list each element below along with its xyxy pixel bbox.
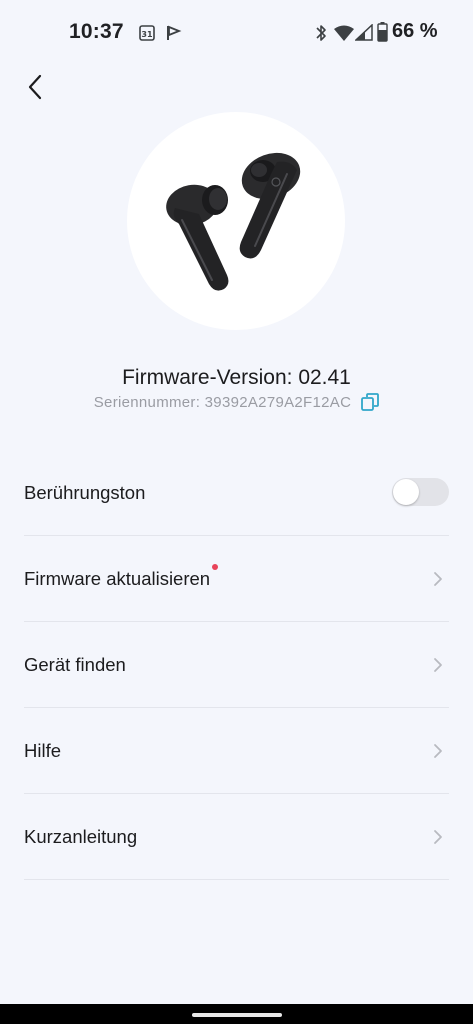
- menu-item-label: Firmware aktualisieren: [24, 567, 211, 589]
- battery-percentage: 66 %: [392, 20, 438, 42]
- cellular-signal-icon: [355, 24, 373, 41]
- firmware-version: Firmware-Version: 02.41: [122, 366, 351, 389]
- status-bar: 10:37 31 66 %: [0, 0, 473, 64]
- system-navigation-bar: [0, 1004, 473, 1024]
- touch-tone-toggle[interactable]: [392, 478, 449, 506]
- menu-item-firmware-update[interactable]: Firmware aktualisieren: [24, 536, 449, 622]
- product-image-container: [127, 112, 345, 330]
- home-indicator[interactable]: [192, 1013, 282, 1017]
- chevron-right-icon: [434, 658, 442, 672]
- notification-flag-icon: [167, 25, 182, 40]
- earbuds-image: [166, 152, 301, 291]
- menu-item-label: Gerät finden: [24, 653, 126, 675]
- settings-menu: Berührungston Firmware aktualisieren Ger…: [24, 450, 449, 880]
- menu-item-label: Hilfe: [24, 739, 62, 761]
- chevron-right-icon: [434, 744, 442, 758]
- chevron-left-icon: [28, 74, 42, 100]
- menu-item-find-device[interactable]: Gerät finden: [24, 622, 449, 708]
- chevron-right-icon: [434, 830, 442, 844]
- menu-item-label: Berührungston: [24, 481, 146, 503]
- menu-item-help[interactable]: Hilfe: [24, 708, 449, 794]
- status-time: 10:37: [69, 20, 124, 43]
- menu-item-quick-guide[interactable]: Kurzanleitung: [24, 794, 449, 880]
- update-badge-dot: [212, 563, 219, 570]
- menu-item-touch-tone[interactable]: Berührungston: [24, 450, 449, 536]
- chevron-right-icon: [434, 572, 442, 586]
- calendar-icon: 31: [139, 25, 155, 41]
- menu-item-label: Kurzanleitung: [24, 825, 138, 847]
- toggle-knob: [393, 479, 419, 505]
- serial-number: Seriennummer: 39392A279A2F12AC: [93, 393, 352, 411]
- serial-number-row: Seriennummer: 39392A279A2F12AC: [0, 393, 473, 411]
- bluetooth-icon: [316, 25, 326, 41]
- wifi-icon: [334, 25, 354, 41]
- copy-icon[interactable]: [361, 393, 380, 411]
- battery-icon: [377, 22, 388, 42]
- calendar-day: 31: [141, 30, 153, 39]
- back-button[interactable]: [18, 70, 52, 104]
